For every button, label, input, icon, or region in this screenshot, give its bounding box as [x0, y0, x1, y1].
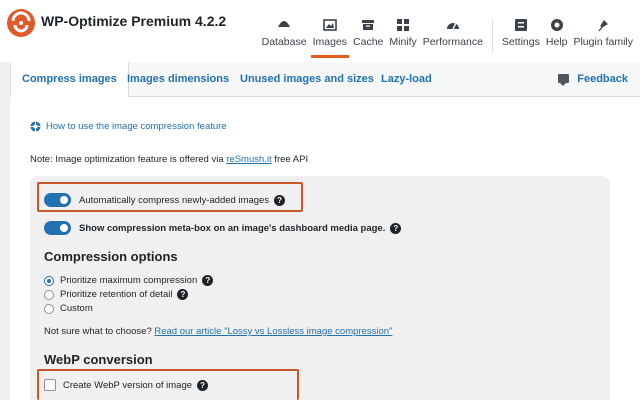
webp-conversion-title: WebP conversion [44, 352, 153, 367]
question-icon[interactable]: ? [202, 275, 214, 286]
radio-label: Prioritize retention of detail [60, 289, 173, 300]
nav-label: Help [545, 36, 568, 48]
nav-images[interactable]: Images [310, 18, 350, 58]
api-note: Note: Image optimization feature is offe… [30, 154, 308, 165]
nav-performance[interactable]: Performance [420, 18, 486, 58]
nav-cache[interactable]: Cache [350, 18, 386, 58]
app-title: WP-Optimize Premium 4.2.2 [41, 13, 227, 29]
compression-hint: Not sure what to choose? Read our articl… [44, 326, 392, 337]
lifebuoy-icon [30, 121, 41, 132]
meta-box-toggle[interactable] [44, 221, 71, 235]
cache-icon [362, 20, 375, 30]
tab-unused-images[interactable]: Unused images and sizes [229, 62, 385, 97]
radio-retain-detail[interactable] [44, 289, 54, 300]
minify-icon [397, 19, 410, 31]
comment-icon [558, 74, 570, 86]
compression-options-title: Compression options [44, 249, 178, 264]
resmush-link[interactable]: reSmush.it [226, 154, 271, 165]
main-nav: Database Images Cache Minify Performance… [259, 18, 636, 58]
images-icon [322, 19, 337, 31]
main-content: How to use the image compression feature… [10, 97, 640, 400]
lossy-vs-lossless-link[interactable]: Read our article "Lossy vs Lossless imag… [154, 326, 392, 337]
nav-label: Performance [422, 36, 483, 48]
meta-box-row: Show compression meta-box on an image's … [44, 221, 402, 235]
nav-label: Minify [389, 36, 417, 48]
highlight-box-auto-compress [37, 182, 303, 212]
howto-label: How to use the image compression feature [46, 121, 227, 132]
nav-minify[interactable]: Minify [386, 18, 419, 58]
tab-images-dimensions[interactable]: Images dimensions [116, 62, 240, 97]
tab-compress-images[interactable]: Compress images [10, 62, 129, 98]
highlight-box-webp [37, 369, 299, 400]
note-prefix: Note: Image optimization feature is offe… [30, 154, 227, 165]
database-icon [278, 21, 291, 27]
radio-max-compression-row: Prioritize maximum compression ? [44, 275, 214, 286]
nav-database[interactable]: Database [259, 18, 310, 58]
help-icon [550, 19, 563, 31]
nav-label: Settings [501, 36, 540, 48]
feedback-link[interactable]: Feedback [558, 62, 628, 97]
howto-link[interactable]: How to use the image compression feature [30, 121, 227, 132]
tab-bar: Compress images Images dimensions Unused… [10, 62, 640, 98]
performance-icon [446, 22, 459, 30]
radio-custom[interactable] [44, 303, 54, 314]
feedback-label: Feedback [577, 73, 628, 85]
nav-label: Cache [353, 36, 384, 48]
tab-lazy-load[interactable]: Lazy-load [370, 62, 443, 97]
nav-divider [491, 20, 493, 52]
question-icon[interactable]: ? [390, 222, 402, 234]
plugin-family-icon [598, 20, 609, 32]
nav-plugin-family[interactable]: Plugin family [570, 18, 636, 58]
radio-label: Custom [60, 303, 93, 314]
radio-label: Prioritize maximum compression [60, 275, 198, 286]
meta-box-label: Show compression meta-box on an image's … [79, 222, 386, 234]
radio-retain-detail-row: Prioritize retention of detail ? [44, 289, 189, 300]
nav-label: Plugin family [573, 36, 633, 48]
question-icon[interactable]: ? [177, 289, 189, 300]
settings-icon [514, 19, 527, 31]
note-suffix: free API [271, 154, 309, 165]
nav-settings[interactable]: Settings [499, 18, 543, 58]
top-header: WP-Optimize Premium 4.2.2 Database Image… [0, 0, 640, 62]
radio-custom-row: Custom [44, 303, 93, 314]
radio-max-compression[interactable] [44, 275, 54, 286]
nav-label: Database [261, 36, 307, 48]
hint-prefix: Not sure what to choose? [44, 326, 152, 337]
nav-label: Images [312, 36, 348, 48]
nav-help[interactable]: Help [543, 18, 571, 58]
wp-optimize-logo-icon [7, 9, 35, 37]
